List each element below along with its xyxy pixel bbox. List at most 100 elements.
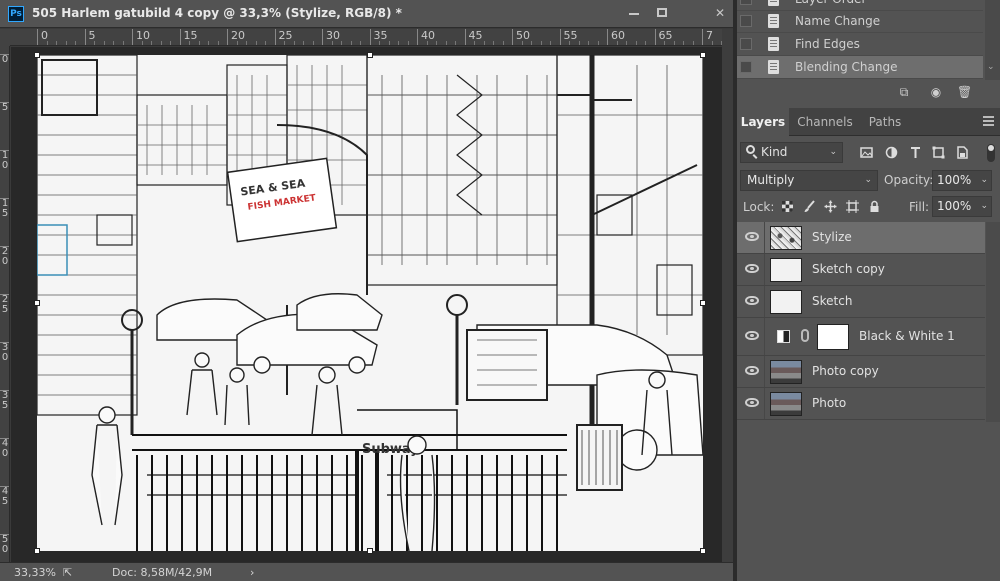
transform-handle-tl[interactable] <box>34 52 40 58</box>
image-canvas[interactable]: SEA & SEA FISH MARKET Subway <box>37 55 703 551</box>
ruler-origin[interactable] <box>0 29 10 46</box>
layer-thumbnail[interactable] <box>770 392 802 416</box>
tab-paths[interactable]: Paths <box>861 108 909 136</box>
transform-handle-tm[interactable] <box>367 52 373 58</box>
fill-input[interactable]: 100% ⌄ <box>932 196 992 217</box>
ruler-h-minor-tick <box>436 41 437 45</box>
layer-name[interactable]: Sketch copy <box>812 262 885 276</box>
lock-position-move-icon[interactable] <box>824 200 837 213</box>
layer-thumbnail[interactable] <box>770 360 802 384</box>
lock-transparent-pixels-icon[interactable] <box>781 200 794 213</box>
opacity-input[interactable]: 100% ⌄ <box>932 170 992 191</box>
layer-row[interactable]: Stylize <box>737 222 985 254</box>
layer-name[interactable]: Photo <box>812 396 846 410</box>
chevron-down-icon[interactable]: ⌄ <box>980 171 988 190</box>
visibility-eye-icon[interactable] <box>745 366 759 375</box>
transform-handle-bl[interactable] <box>34 548 40 554</box>
layer-name[interactable]: Photo copy <box>812 364 879 378</box>
history-source-checkbox[interactable] <box>740 15 752 27</box>
close-button[interactable]: ✕ <box>706 3 734 23</box>
ruler-h-minor-tick <box>426 41 428 45</box>
vertical-ruler[interactable]: 05101520253035404550 <box>0 46 10 562</box>
layer-thumbnail[interactable] <box>770 290 802 314</box>
layer-row[interactable]: Sketch copy <box>737 254 985 286</box>
layer-thumbnail[interactable] <box>770 258 802 282</box>
layer-row[interactable]: Sketch <box>737 286 985 318</box>
blend-mode-select[interactable]: Multiply ⌄ <box>740 170 878 191</box>
trash-icon[interactable]: 🗑 <box>957 85 972 99</box>
lock-artboard-icon[interactable] <box>846 200 859 213</box>
history-source-checkbox[interactable] <box>740 38 752 50</box>
filter-shape-layers-icon[interactable] <box>932 146 945 159</box>
history-source-checkbox[interactable] <box>740 61 752 73</box>
horizontal-ruler[interactable]: 0 5 10 15 20 25 30 35 40 45 50 55 60 65 7 <box>10 29 722 46</box>
ruler-h-minor-tick <box>569 41 570 45</box>
filter-type-layers-icon[interactable] <box>909 146 922 159</box>
ruler-h-minor-tick <box>550 41 551 45</box>
status-menu-arrow[interactable]: › <box>250 566 254 579</box>
ruler-h-minor-tick <box>455 41 456 45</box>
new-snapshot-camera-icon[interactable]: ◉ <box>929 85 943 99</box>
ruler-h-minor-tick <box>265 41 266 45</box>
ruler-h-minor-tick <box>303 41 304 45</box>
transform-handle-mr[interactable] <box>700 300 706 306</box>
visibility-eye-icon[interactable] <box>745 264 759 273</box>
scroll-down-arrow-icon[interactable]: ⌄ <box>987 62 995 72</box>
history-scrollbar[interactable]: ⌄ <box>985 0 1000 80</box>
filter-smart-objects-icon[interactable] <box>956 146 969 159</box>
minimize-button[interactable] <box>620 3 648 23</box>
transform-handle-ml[interactable] <box>34 300 40 306</box>
layer-row[interactable]: Black & White 1 <box>737 318 985 356</box>
history-item[interactable]: Find Edges <box>737 33 983 56</box>
document-vertical-scrollbar[interactable] <box>722 29 733 562</box>
transform-handle-tr[interactable] <box>700 52 706 58</box>
history-item[interactable]: Name Change <box>737 10 983 33</box>
tab-layers[interactable]: Layers <box>737 108 789 136</box>
layer-name[interactable]: Stylize <box>812 230 852 244</box>
layer-row[interactable]: Photo <box>737 388 985 420</box>
ruler-h-minor-tick <box>578 41 580 45</box>
ruler-h-minor-tick <box>502 41 504 45</box>
filter-adjustment-layers-icon[interactable] <box>885 146 898 159</box>
visibility-eye-icon[interactable] <box>745 398 759 407</box>
layer-mask-thumbnail[interactable] <box>817 324 849 350</box>
history-item[interactable]: Blending Change <box>737 56 983 79</box>
document-titlebar[interactable]: Ps 505 Harlem gatubild 4 copy @ 33,3% (S… <box>0 0 733 28</box>
lock-image-pixels-brush-icon[interactable] <box>803 200 816 213</box>
ruler-v-tick: 40 <box>0 438 9 459</box>
visibility-eye-icon[interactable] <box>745 232 759 241</box>
tab-channels[interactable]: Channels <box>791 108 859 136</box>
layers-empty-area[interactable] <box>737 422 1000 581</box>
ruler-h-minor-tick <box>246 41 247 45</box>
new-document-from-state-icon[interactable]: ⧉ <box>897 85 911 99</box>
ruler-h-minor-tick <box>664 41 665 45</box>
filter-pixel-layers-icon[interactable] <box>860 146 873 159</box>
transform-handle-bm[interactable] <box>367 548 373 554</box>
layers-scrollbar[interactable] <box>986 222 1000 422</box>
ruler-h-minor-tick <box>151 41 152 45</box>
layer-thumbnail[interactable] <box>770 226 802 250</box>
layer-name[interactable]: Black & White 1 <box>859 329 955 343</box>
visibility-eye-icon[interactable] <box>745 331 759 340</box>
zoom-level[interactable]: 33,33% <box>14 566 56 579</box>
transform-handle-br[interactable] <box>700 548 706 554</box>
mask-link-chain-icon[interactable] <box>801 329 809 342</box>
ruler-h-minor-tick <box>122 41 124 45</box>
black-white-adjustment-icon[interactable] <box>777 330 790 343</box>
panel-menu-icon[interactable] <box>983 116 994 126</box>
maximize-button[interactable] <box>648 3 676 23</box>
filter-toggle-switch[interactable] <box>987 144 995 162</box>
layer-name[interactable]: Sketch <box>812 294 852 308</box>
layer-row[interactable]: Photo copy <box>737 356 985 388</box>
canvas-pasteboard[interactable]: SEA & SEA FISH MARKET Subway <box>11 47 722 562</box>
layer-filter-kind-select[interactable]: Kind ⌄ <box>740 142 843 163</box>
lock-all-padlock-icon[interactable] <box>868 200 881 213</box>
chevron-down-icon[interactable]: ⌄ <box>980 197 988 216</box>
ruler-h-minor-tick <box>217 41 219 45</box>
visibility-eye-icon[interactable] <box>745 296 759 305</box>
export-icon[interactable]: ⇱ <box>63 566 72 579</box>
ruler-h-minor-tick <box>711 41 713 45</box>
ruler-h-minor-tick <box>160 41 162 45</box>
history-source-checkbox[interactable] <box>740 0 752 5</box>
ruler-h-minor-tick <box>46 41 48 45</box>
